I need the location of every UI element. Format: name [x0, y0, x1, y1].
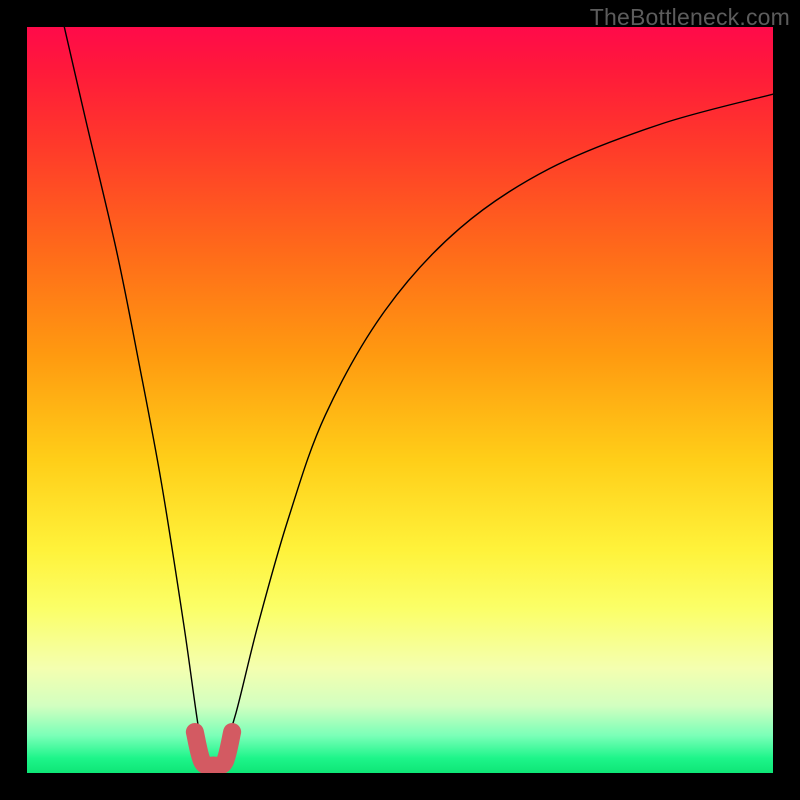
- chart-svg: [27, 27, 773, 773]
- curve-left-branch: [64, 27, 206, 758]
- chart-frame: [27, 27, 773, 773]
- bottom-arc: [195, 732, 232, 766]
- curve-right-branch: [221, 94, 773, 758]
